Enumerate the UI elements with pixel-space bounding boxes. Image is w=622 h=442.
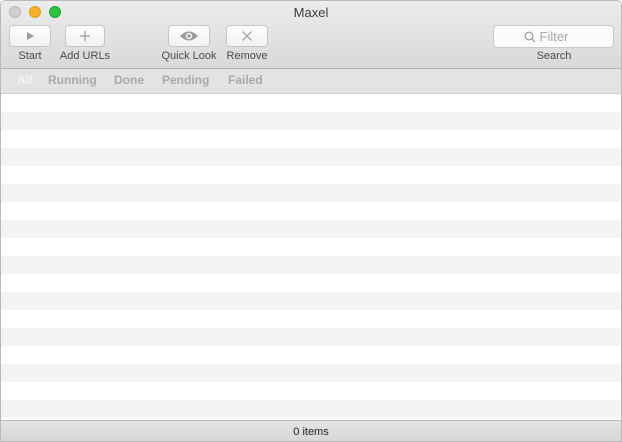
tab-all[interactable]: All bbox=[17, 73, 32, 87]
item-count: 0 items bbox=[293, 426, 329, 438]
remove-label: Remove bbox=[226, 50, 268, 62]
quick-look-button[interactable] bbox=[168, 25, 210, 47]
magnifier-icon bbox=[524, 31, 535, 42]
plus-icon bbox=[80, 31, 90, 41]
app-window: Maxel Start Add URLs Quick Look Remove F… bbox=[0, 0, 622, 442]
x-icon bbox=[242, 31, 252, 41]
title-bar: Maxel Start Add URLs Quick Look Remove F… bbox=[1, 1, 621, 69]
status-bar: 0 items bbox=[1, 420, 621, 441]
eye-icon bbox=[180, 31, 198, 41]
search-field[interactable] bbox=[493, 25, 614, 48]
tab-failed[interactable]: Failed bbox=[228, 73, 263, 87]
quick-look-label: Quick Look bbox=[161, 50, 217, 62]
tab-pending[interactable]: Pending bbox=[162, 73, 209, 87]
search-label: Search bbox=[536, 50, 572, 62]
add-urls-label: Add URLs bbox=[59, 50, 111, 62]
window-title: Maxel bbox=[293, 5, 329, 20]
remove-button[interactable] bbox=[226, 25, 268, 47]
search-input[interactable] bbox=[539, 29, 584, 44]
play-icon bbox=[27, 32, 34, 40]
start-button[interactable] bbox=[9, 25, 51, 47]
start-label: Start bbox=[18, 50, 42, 62]
tab-running[interactable]: Running bbox=[48, 73, 97, 87]
filter-bar: All Running Done Pending Failed bbox=[1, 69, 621, 94]
add-urls-button[interactable] bbox=[65, 25, 105, 47]
download-list[interactable] bbox=[1, 94, 621, 420]
tab-done[interactable]: Done bbox=[114, 73, 144, 87]
